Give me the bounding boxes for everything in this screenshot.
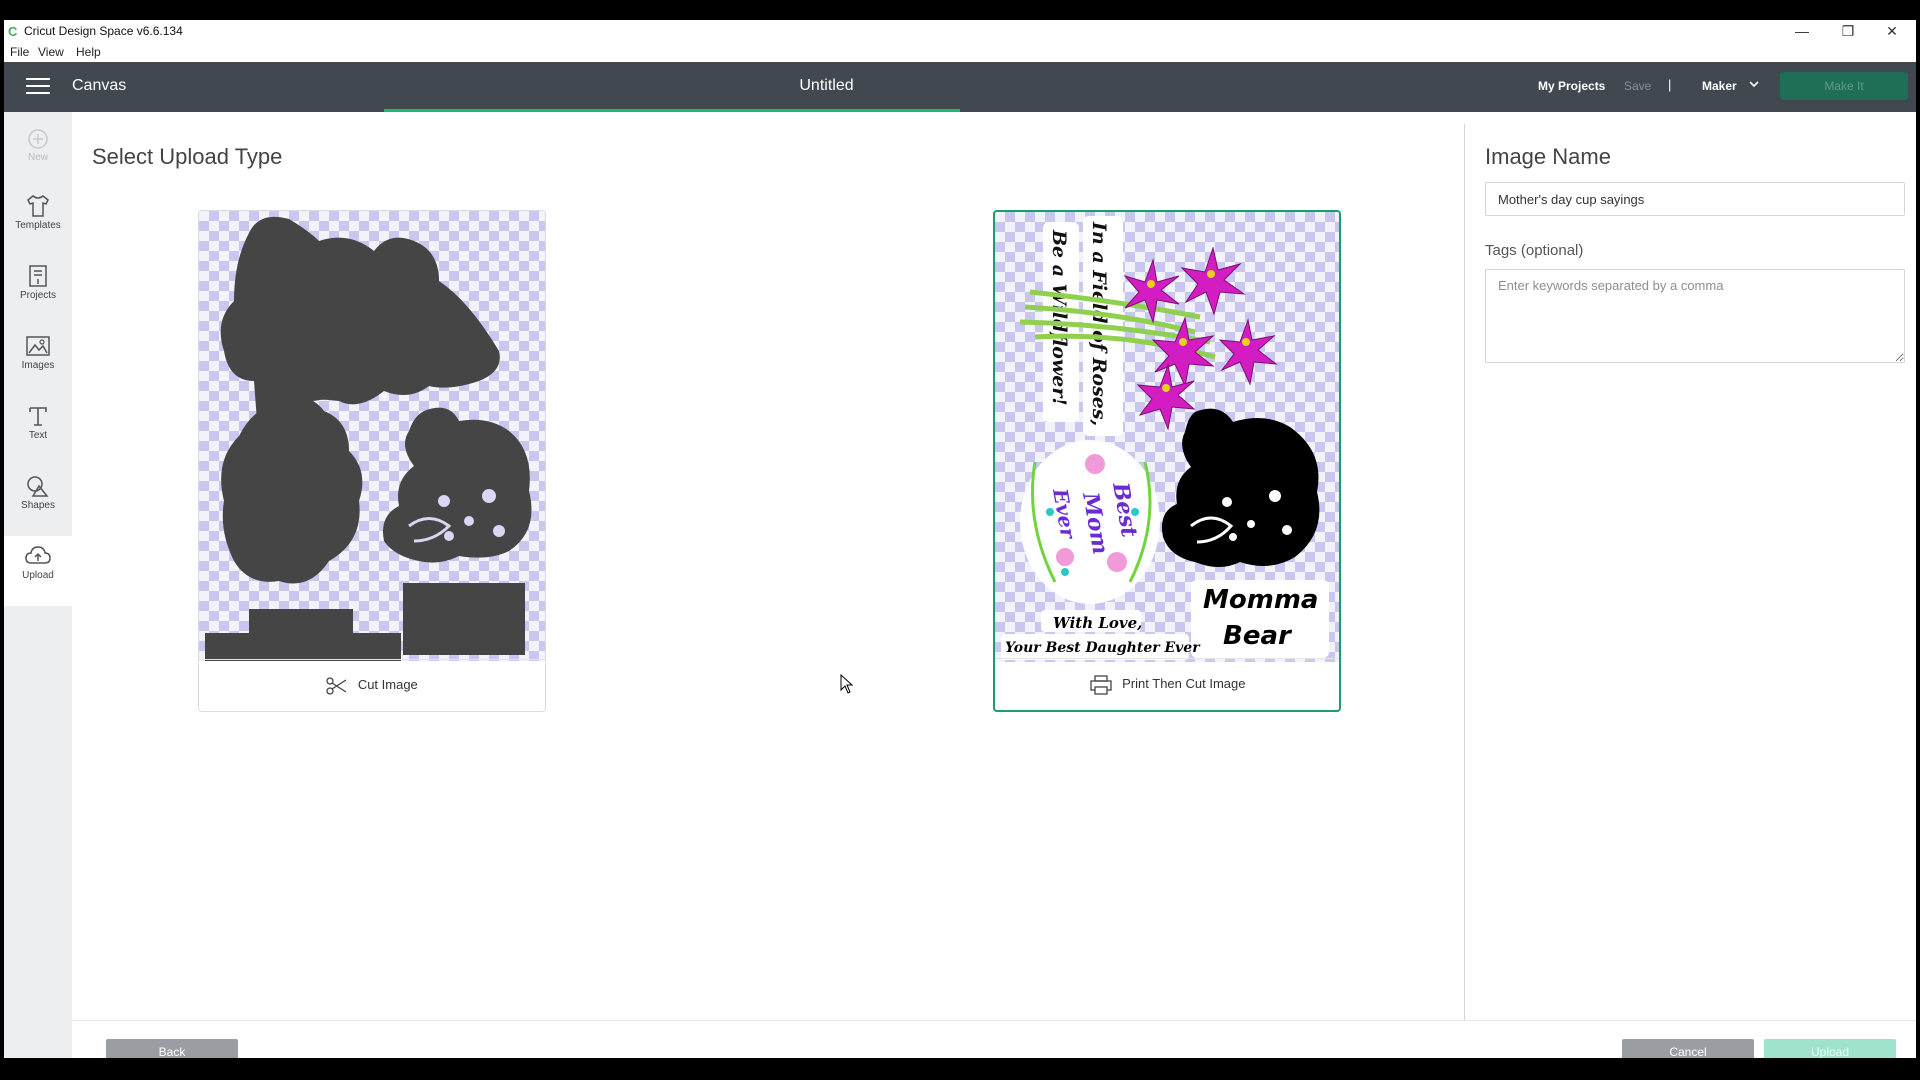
cricut-logo-icon: C [8,24,18,39]
preview-text-daughter: Your Best Daughter Ever [1005,640,1201,656]
machine-select[interactable]: Maker [1702,79,1737,93]
sidebar-item-label: New [27,152,48,163]
upload-button[interactable]: Upload [1764,1039,1896,1058]
close-button[interactable]: ✕ [1872,20,1912,42]
sidebar-item-images[interactable]: Images [4,326,72,390]
scissors-icon [326,676,347,695]
print-then-cut-option[interactable]: Be a Wildflower! In a Field of Roses, Be… [993,210,1341,712]
sidebar-item-upload[interactable]: Upload [4,536,72,606]
sidebar-item-label: Templates [15,220,61,231]
restore-button[interactable]: ❐ [1828,20,1868,42]
title-bar: C Cricut Design Space v6.6.134 — ❐ ✕ [4,20,1916,42]
chevron-down-icon[interactable] [1748,78,1760,93]
projects-icon [29,265,47,287]
preview-text-with-love: With Love, [1053,614,1142,632]
menu-bar: File View Help [4,42,1916,62]
app-window: C Cricut Design Space v6.6.134 — ❐ ✕ Fil… [4,20,1916,1058]
image-name-input[interactable] [1485,182,1905,216]
upload-icon [25,546,51,564]
sidebar-item-label: Shapes [21,500,55,511]
document-title: Untitled [799,77,854,94]
image-details-panel: Image Name Tags (optional) [1465,112,1916,1020]
cut-image-preview [199,211,545,661]
menu-help[interactable]: Help [76,45,101,59]
menu-view[interactable]: View [38,45,64,59]
cut-image-option[interactable]: Cut Image [198,210,546,712]
back-button[interactable]: Back [106,1039,238,1058]
sidebar-item-projects[interactable]: Projects [4,256,72,320]
cut-image-caption: Cut Image [199,659,545,711]
print-then-cut-label: Print Then Cut Image [1122,676,1246,691]
sidebar-item-label: Text [28,430,48,441]
header-separator: | [1668,77,1672,92]
preview-text-wildflower: Be a Wildflower! [1048,229,1070,406]
menu-file[interactable]: File [10,45,29,59]
window-title: Cricut Design Space v6.6.134 [24,24,183,38]
preview-text-momma: Momma [1203,585,1318,615]
preview-text-bear: Bear [1223,621,1293,651]
print-then-cut-preview: Be a Wildflower! In a Field of Roses, Be… [995,212,1339,662]
save-link[interactable]: Save [1624,79,1651,93]
plus-icon [28,129,48,149]
sidebar-item-label: Images [21,360,55,371]
sidebar-item-shapes[interactable]: Shapes [4,466,72,530]
page-title: Select Upload Type [92,144,283,169]
sidebar-item-label: Projects [19,290,57,301]
sidebar-item-new[interactable]: New [4,120,72,184]
cut-silhouettes [205,216,532,661]
my-projects-link[interactable]: My Projects [1538,79,1605,93]
sidebar-item-text[interactable]: Text [4,396,72,460]
footer-bar: Back Cancel Upload [72,1020,1916,1058]
tags-heading: Tags (optional) [1485,242,1584,259]
app-header: Canvas Untitled My Projects Save | Maker… [4,62,1916,112]
sidebar-item-templates[interactable]: Templates [4,186,72,250]
image-name-heading: Image Name [1485,144,1611,169]
cancel-button[interactable]: Cancel [1622,1039,1754,1058]
mouse-cursor-icon [840,673,854,699]
main-content: Select Upload Type Cut Image Be a Wildfl… [72,112,1464,1058]
tshirt-icon [27,195,49,217]
make-it-button[interactable]: Make It [1780,72,1908,100]
print-artwork: Be a Wildflower! In a Field of Roses, Be… [1001,216,1329,660]
left-sidebar: New Templates Projects Images Text Shape… [4,112,72,1058]
minimize-button[interactable]: — [1782,20,1822,42]
sidebar-item-label: Upload [22,570,54,581]
image-icon [26,336,50,356]
cut-image-label: Cut Image [357,677,418,692]
printer-icon [1089,674,1112,695]
text-icon [29,407,47,426]
print-then-cut-caption: Print Then Cut Image [995,658,1339,710]
shapes-icon [27,476,49,497]
tags-input[interactable] [1485,269,1905,363]
